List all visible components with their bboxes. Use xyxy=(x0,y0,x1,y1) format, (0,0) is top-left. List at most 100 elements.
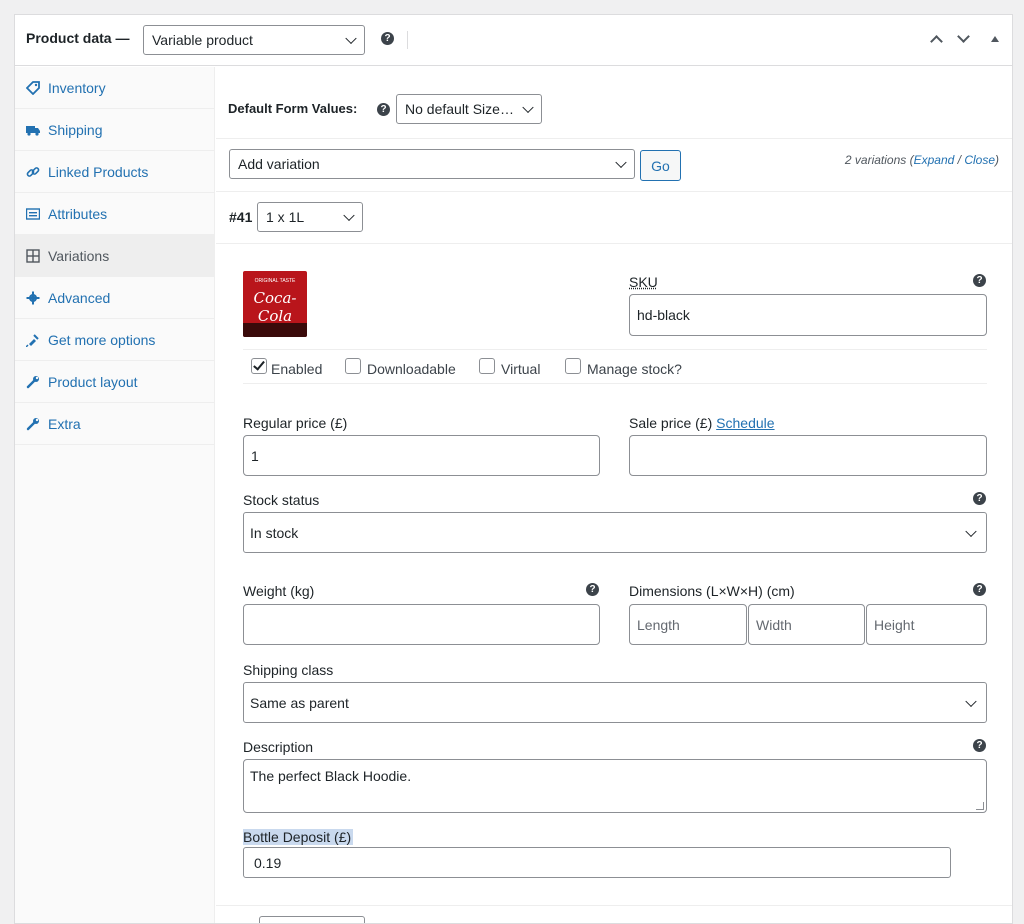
product-data-header: Product data — Variable product ? xyxy=(15,15,1012,66)
virtual-label: Virtual xyxy=(501,361,540,377)
variation-image[interactable]: ORIGINAL TASTE Coca-Cola xyxy=(243,271,307,337)
sidebar-item-label: Linked Products xyxy=(48,164,148,180)
bottle-deposit-label: Bottle Deposit (£) xyxy=(243,829,353,845)
sku-value: hd-black xyxy=(637,307,690,323)
sidebar-item-label: Variations xyxy=(48,248,109,264)
sku-input[interactable]: hd-black xyxy=(629,294,987,336)
sku-label: SKU xyxy=(629,274,658,290)
separator-text: / xyxy=(954,153,964,167)
sidebar-item-label: Inventory xyxy=(48,80,106,96)
sidebar-item-label: Extra xyxy=(48,416,81,432)
sidebar-item-attributes[interactable]: Attributes xyxy=(15,193,215,235)
sidebar-item-label: Shipping xyxy=(48,122,103,138)
sidebar-item-advanced[interactable]: Advanced xyxy=(15,277,215,319)
default-size-value: No default Size… xyxy=(405,101,514,117)
help-icon[interactable]: ? xyxy=(973,274,986,287)
product-data-tabs: Inventory Shipping Linked Products Attri… xyxy=(15,67,215,924)
sale-price-input[interactable] xyxy=(629,435,987,476)
close-link[interactable]: Close xyxy=(964,153,995,167)
stock-status-select[interactable]: In stock xyxy=(243,512,987,553)
truck-icon xyxy=(25,122,41,138)
height-input[interactable]: Height xyxy=(866,604,987,645)
sidebar-item-shipping[interactable]: Shipping xyxy=(15,109,215,151)
resize-handle-icon[interactable] xyxy=(976,802,984,810)
sidebar-item-inventory[interactable]: Inventory xyxy=(15,67,215,109)
help-icon[interactable]: ? xyxy=(377,103,390,116)
help-icon[interactable]: ? xyxy=(973,492,986,505)
description-textarea[interactable]: The perfect Black Hoodie. xyxy=(243,759,987,813)
bottle-deposit-input[interactable]: 0.19 xyxy=(243,847,951,878)
dimensions-label: Dimensions (L×W×H) (cm) xyxy=(629,583,795,599)
enabled-label: Enabled xyxy=(271,361,322,377)
product-data-title: Product data — xyxy=(26,30,129,46)
shipping-class-select[interactable]: Same as parent xyxy=(243,682,987,723)
description-value: The perfect Black Hoodie. xyxy=(250,768,411,784)
regular-price-value: 1 xyxy=(251,448,259,464)
default-size-select[interactable]: No default Size… xyxy=(396,94,542,124)
variation-action-select[interactable]: Add variation xyxy=(229,149,635,179)
list-icon xyxy=(25,206,41,222)
length-input[interactable]: Length xyxy=(629,604,747,645)
length-placeholder: Length xyxy=(637,617,680,633)
chevron-down-icon xyxy=(965,525,976,536)
go-button[interactable]: Go xyxy=(640,150,681,181)
description-label: Description xyxy=(243,739,313,755)
bottle-deposit-value: 0.19 xyxy=(254,855,281,871)
help-icon[interactable]: ? xyxy=(973,583,986,596)
variation-attribute-select[interactable]: 1 x 1L xyxy=(257,202,363,232)
product-type-select[interactable]: Variable product xyxy=(143,25,365,55)
variation-id: #41 xyxy=(229,209,252,225)
move-up-icon[interactable] xyxy=(929,32,943,46)
variation-count-text: 2 variations ( xyxy=(845,153,914,167)
chevron-down-icon xyxy=(343,210,354,221)
sidebar-item-product-layout[interactable]: Product layout xyxy=(15,361,215,403)
next-variation-attribute-select[interactable] xyxy=(259,916,365,924)
move-down-icon[interactable] xyxy=(956,32,970,46)
virtual-checkbox[interactable] xyxy=(479,358,495,374)
help-icon[interactable]: ? xyxy=(381,32,394,45)
downloadable-label: Downloadable xyxy=(367,361,456,377)
sidebar-item-label: Attributes xyxy=(48,206,107,222)
sidebar-item-extra[interactable]: Extra xyxy=(15,403,215,445)
link-icon xyxy=(25,164,41,180)
divider xyxy=(243,383,987,384)
variation-action-value: Add variation xyxy=(238,156,320,172)
sidebar-item-label: Product layout xyxy=(48,374,138,390)
gear-icon xyxy=(25,290,41,306)
divider xyxy=(243,349,987,350)
manage-stock-checkbox[interactable] xyxy=(565,358,581,374)
divider xyxy=(216,905,1013,906)
manage-stock-label: Manage stock? xyxy=(587,361,682,377)
divider xyxy=(216,191,1013,192)
sidebar-item-label: Advanced xyxy=(48,290,110,306)
downloadable-checkbox[interactable] xyxy=(345,358,361,374)
enabled-checkbox[interactable] xyxy=(251,358,267,374)
help-icon[interactable]: ? xyxy=(973,739,986,752)
sale-price-label: Sale price (£) Schedule xyxy=(629,415,775,431)
help-icon[interactable]: ? xyxy=(586,583,599,596)
image-caption: ORIGINAL TASTE xyxy=(243,278,307,284)
tag-icon xyxy=(25,80,41,96)
variations-panel: Default Form Values: ? No default Size… … xyxy=(216,67,1013,924)
width-placeholder: Width xyxy=(756,617,792,633)
stock-status-value: In stock xyxy=(250,525,298,541)
chevron-down-icon xyxy=(965,695,976,706)
product-type-value: Variable product xyxy=(152,32,253,48)
sidebar-item-label: Get more options xyxy=(48,332,155,348)
expand-link[interactable]: Expand xyxy=(914,153,955,167)
schedule-link[interactable]: Schedule xyxy=(716,415,774,431)
variation-count: 2 variations (Expand / Close) xyxy=(845,153,999,167)
weight-input[interactable] xyxy=(243,604,600,645)
stock-status-label: Stock status xyxy=(243,492,319,508)
sale-price-label-text: Sale price (£) xyxy=(629,415,712,431)
regular-price-input[interactable]: 1 xyxy=(243,435,600,476)
toggle-panel-icon[interactable] xyxy=(988,32,1002,46)
sidebar-item-variations[interactable]: Variations xyxy=(15,235,215,277)
divider xyxy=(216,243,1013,244)
sidebar-item-get-more-options[interactable]: Get more options xyxy=(15,319,215,361)
chevron-down-icon xyxy=(345,33,356,44)
width-input[interactable]: Width xyxy=(748,604,865,645)
chevron-down-icon xyxy=(615,157,626,168)
plug-icon xyxy=(25,332,41,348)
sidebar-item-linked-products[interactable]: Linked Products xyxy=(15,151,215,193)
